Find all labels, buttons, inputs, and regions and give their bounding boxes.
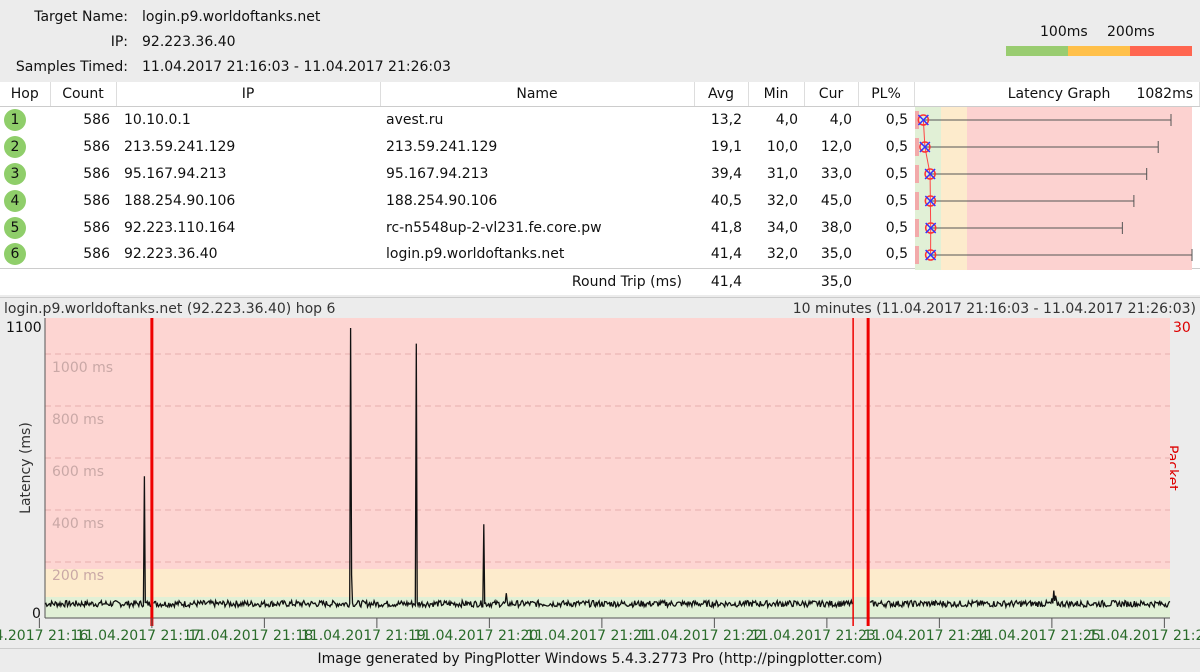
grid-label: 1000 ms: [52, 360, 113, 376]
latency-chart[interactable]: 1000 ms 800 ms 600 ms 400 ms 200 ms 11.04.201…: [0, 0, 1200, 650]
x-tick-label: 11.04.2017 21:21: [526, 628, 651, 644]
green-zone: [45, 597, 1170, 618]
x-tick-label: 11.04.2017 21:25: [976, 628, 1101, 644]
footer-credit: Image generated by PingPlotter Windows 5…: [317, 651, 883, 667]
packet-loss-bar: [915, 246, 919, 264]
packet-loss-bar: [915, 165, 919, 183]
x-tick-label: 11.04.2017 21:26: [1088, 628, 1200, 644]
x-tick-label: 11.04.2017 21:23: [751, 628, 876, 644]
packet-loss-bar: [915, 219, 919, 237]
x-tick-label: 11.04.2017 21:17: [76, 628, 201, 644]
x-tick-label: 11.04.2017 21:19: [301, 628, 426, 644]
grid-label: 600 ms: [52, 464, 104, 480]
x-tick-label: 11.04.2017 21:18: [188, 628, 313, 644]
x-tick-label: 11.04.2017 21:20: [413, 628, 538, 644]
grid-label: 200 ms: [52, 568, 104, 584]
yellow-zone: [45, 569, 1170, 597]
x-tick-label: 11.04.2017 21:22: [638, 628, 763, 644]
packet-loss-bar: [915, 192, 919, 210]
x-tick-label: 11.04.2017 21:24: [863, 628, 988, 644]
grid-label: 400 ms: [52, 516, 104, 532]
latency-graph-yellow-zone: [941, 107, 967, 270]
latency-graph-green-zone: [915, 107, 941, 270]
grid-label: 800 ms: [52, 412, 104, 428]
packet-loss-bar: [915, 138, 919, 156]
